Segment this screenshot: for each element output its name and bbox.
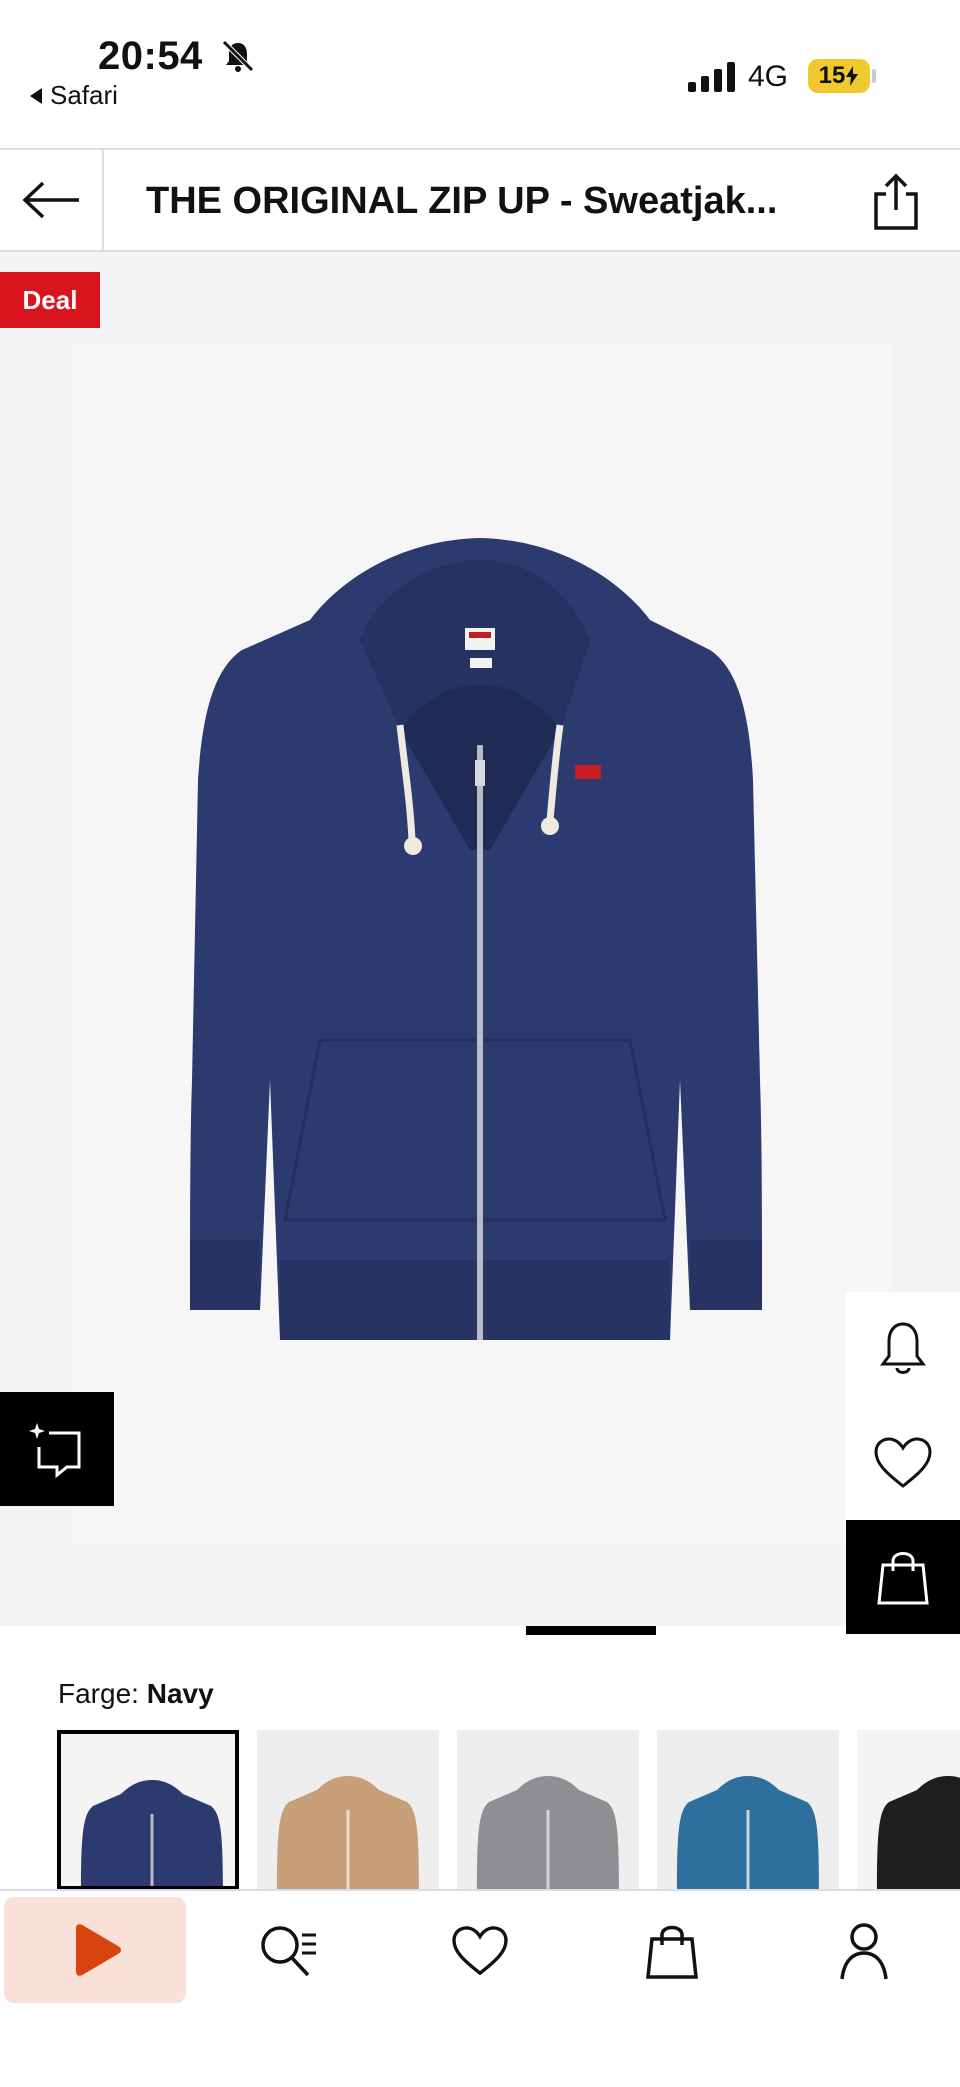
back-triangle-icon: [30, 87, 42, 104]
ai-sparkle-chat-icon: [29, 1423, 81, 1479]
nav-bar: THE ORIGINAL ZIP UP - Sweatjak...: [0, 148, 960, 252]
carousel-indicator: [526, 1626, 656, 1635]
back-app-label: Safari: [50, 80, 118, 110]
back-to-app[interactable]: Safari: [30, 80, 118, 111]
product-image: [190, 538, 762, 1340]
tab-bar: [0, 1889, 960, 2087]
add-to-bag-button[interactable]: [846, 1520, 960, 1634]
color-label: Farge: Navy: [58, 1678, 214, 1710]
network-type: 4G: [748, 60, 789, 93]
tab-profile[interactable]: [772, 1891, 956, 2011]
color-swatches: [57, 1730, 960, 1890]
status-time: 20:54: [98, 34, 203, 78]
tab-search[interactable]: [196, 1891, 380, 2011]
battery-indicator: 15: [808, 59, 870, 93]
notify-button[interactable]: [846, 1292, 960, 1406]
tab-wishlist[interactable]: [388, 1891, 572, 2011]
signal-icon: [688, 62, 735, 92]
shopping-bag-icon: [646, 1925, 698, 1979]
swatch-image: [477, 1776, 619, 1890]
swatch-image: [81, 1780, 223, 1886]
swatch-image: [877, 1776, 960, 1890]
person-icon: [840, 1923, 888, 1980]
play-icon: [76, 1924, 121, 1976]
charging-icon: [846, 66, 859, 86]
search-list-icon: [261, 1926, 316, 1977]
color-label-prefix: Farge:: [58, 1678, 139, 1709]
page-title: THE ORIGINAL ZIP UP - Sweatjak...: [146, 180, 778, 222]
swatch-grey[interactable]: [457, 1730, 639, 1890]
swatch-image: [677, 1776, 819, 1890]
share-icon[interactable]: [868, 172, 924, 232]
swatch-navy[interactable]: [57, 1730, 239, 1890]
battery-level: 15: [818, 62, 846, 89]
silent-mode-icon: [222, 40, 254, 72]
selected-color: Navy: [146, 1678, 214, 1709]
swatch-image: [277, 1776, 419, 1890]
tab-bag[interactable]: [580, 1891, 764, 2011]
deal-badge: Deal: [0, 272, 100, 328]
back-button[interactable]: [0, 150, 104, 250]
swatch-beige[interactable]: [257, 1730, 439, 1890]
side-actions: [846, 1292, 960, 1636]
shopping-bag-icon: [877, 1552, 929, 1605]
swatch-black[interactable]: [857, 1730, 960, 1890]
ai-assistant-button[interactable]: [0, 1392, 114, 1506]
heart-icon: [874, 1437, 932, 1488]
wishlist-button[interactable]: [846, 1406, 960, 1520]
status-bar: 20:54 Safari 4G 15: [0, 0, 960, 148]
swatch-blue[interactable]: [657, 1730, 839, 1890]
battery-tip: [872, 69, 876, 83]
arrow-left-icon: [22, 181, 79, 219]
heart-icon: [452, 1926, 508, 1976]
bell-icon: [880, 1322, 926, 1374]
tab-explore[interactable]: [4, 1897, 186, 2003]
